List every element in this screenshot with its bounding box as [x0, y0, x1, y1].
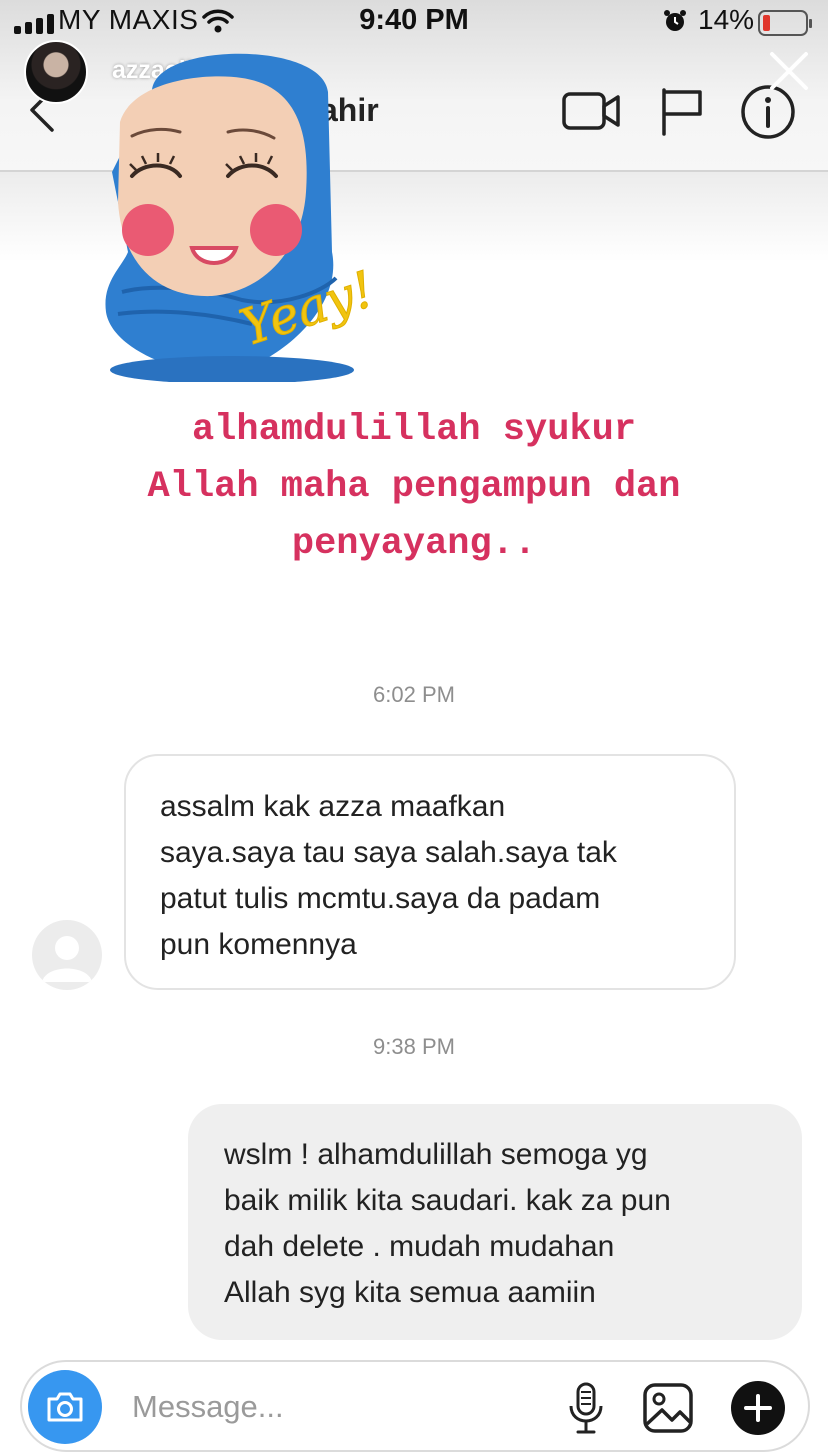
caption-line-1: alhamdulillah syukur — [191, 409, 637, 451]
sender-avatar[interactable] — [32, 920, 102, 990]
outgoing-message-text: wslm ! alhamdulillah semoga yg baik mili… — [224, 1138, 671, 1309]
alarm-icon — [664, 10, 686, 31]
default-avatar-icon — [42, 936, 92, 982]
battery-level — [763, 15, 770, 31]
incoming-message-bubble[interactable]: assalm kak azza maafkan saya.saya tau sa… — [124, 754, 736, 990]
story-avatar[interactable] — [24, 40, 88, 104]
flag-icon[interactable] — [656, 84, 706, 138]
camera-icon — [47, 1392, 83, 1422]
gallery-icon[interactable] — [640, 1380, 696, 1436]
video-call-icon[interactable] — [560, 86, 622, 136]
plus-icon[interactable] — [730, 1380, 786, 1436]
hijab-girl-sticker[interactable]: Yeay! — [92, 52, 372, 382]
incoming-message-text: assalm kak azza maafkan saya.saya tau sa… — [160, 790, 617, 961]
status-bar: MY MAXIS 9:40 PM 14% — [0, 0, 828, 42]
camera-button[interactable] — [28, 1370, 102, 1444]
caption-line-2: Allah maha pengampun dan — [147, 466, 681, 508]
outgoing-message-bubble[interactable]: wslm ! alhamdulillah semoga yg baik mili… — [188, 1104, 802, 1340]
close-icon[interactable] — [764, 46, 814, 96]
message-timestamp: 6:02 PM — [373, 682, 455, 707]
microphone-icon[interactable] — [566, 1380, 606, 1436]
caption-line-3: penyayang.. — [291, 523, 537, 565]
message-input[interactable] — [132, 1382, 542, 1432]
battery-percent: 14% — [698, 4, 755, 35]
story-caption: alhamdulillah syukur Allah maha pengampu… — [20, 402, 808, 573]
battery-icon — [758, 10, 812, 36]
message-timestamp: 9:38 PM — [373, 1034, 455, 1059]
